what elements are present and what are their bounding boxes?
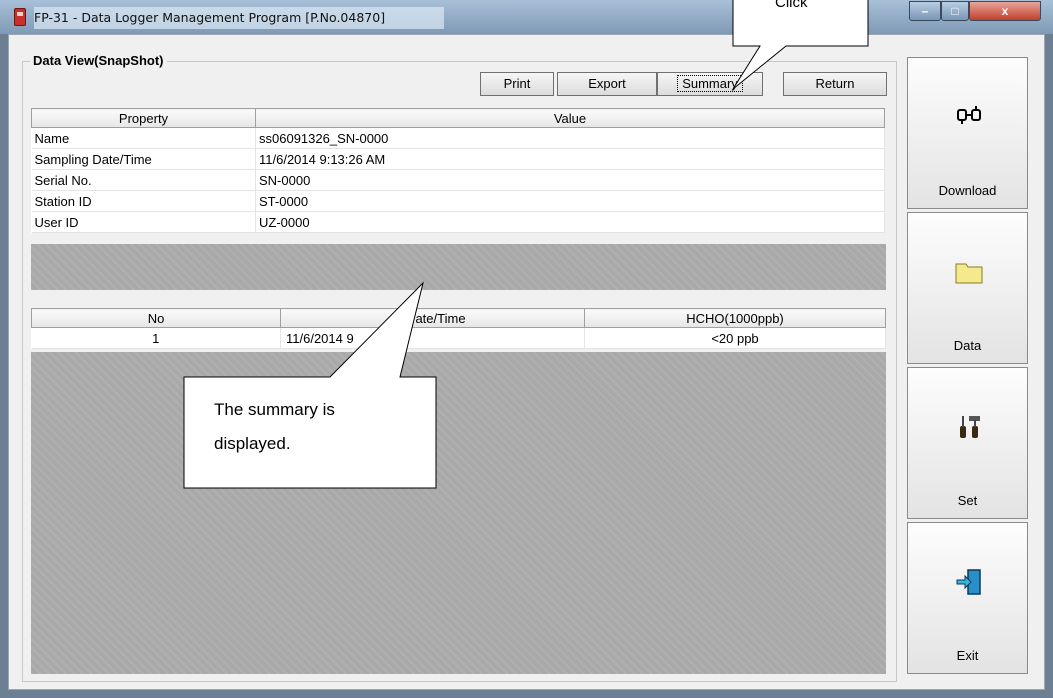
property-value: UZ-0000 xyxy=(255,211,885,233)
return-button[interactable]: Return xyxy=(783,72,887,96)
column-header-value[interactable]: Value xyxy=(255,108,885,128)
column-header-date-time[interactable]: ate/Time xyxy=(280,308,585,328)
property-name: Serial No. xyxy=(31,169,256,191)
app-window: FP-31 - Data Logger Management Program [… xyxy=(0,0,1053,698)
column-header-property[interactable]: Property xyxy=(31,108,256,128)
click-callout-text: Click xyxy=(775,0,808,11)
group-title: Data View(SnapShot) xyxy=(30,53,167,68)
set-label: Set xyxy=(957,493,978,508)
window-title: FP-31 - Data Logger Management Program [… xyxy=(34,7,444,29)
reading-value: <20 ppb xyxy=(584,327,886,349)
property-name: User ID xyxy=(31,211,256,233)
download-label: Download xyxy=(938,183,997,198)
column-header-hcho[interactable]: HCHO(1000ppb) xyxy=(584,308,886,328)
summary-button[interactable]: Summary xyxy=(657,72,763,96)
set-button[interactable]: Set xyxy=(907,367,1028,519)
minimize-button[interactable]: – xyxy=(909,1,941,21)
readings-header-row: No ate/Time HCHO(1000ppb) xyxy=(31,308,886,328)
table-row[interactable]: Station ID ST-0000 xyxy=(31,190,885,212)
properties-empty-area xyxy=(31,244,886,290)
reading-date-time: 11/6/2014 9 AM xyxy=(280,327,585,349)
property-value: SN-0000 xyxy=(255,169,885,191)
property-value: ss06091326_SN-0000 xyxy=(255,127,885,149)
table-row[interactable]: 1 11/6/2014 9 AM <20 ppb xyxy=(31,327,886,349)
column-header-no[interactable]: No xyxy=(31,308,281,328)
print-button[interactable]: Print xyxy=(480,72,554,96)
title-bar[interactable]: FP-31 - Data Logger Management Program [… xyxy=(0,0,1053,34)
reading-number: 1 xyxy=(31,327,281,349)
download-button[interactable]: Download xyxy=(907,57,1028,209)
table-row[interactable]: Serial No. SN-0000 xyxy=(31,169,885,191)
property-name: Name xyxy=(31,127,256,149)
property-value: ST-0000 xyxy=(255,190,885,212)
close-button[interactable]: x xyxy=(969,1,1041,21)
tools-icon xyxy=(960,416,980,438)
data-label: Data xyxy=(953,338,982,353)
exit-label: Exit xyxy=(956,648,979,663)
date-time-header-label: ate/Time xyxy=(415,310,466,326)
app-icon[interactable] xyxy=(14,8,26,26)
folder-icon xyxy=(955,263,983,284)
readings-table: No ate/Time HCHO(1000ppb) 1 11/6/2014 9 A… xyxy=(31,308,886,349)
data-button[interactable]: Data xyxy=(907,212,1028,364)
download-icon xyxy=(957,106,981,124)
properties-table: Property Value Name ss06091326_SN-0000 Sa… xyxy=(31,108,885,233)
properties-header-row: Property Value xyxy=(31,108,885,128)
property-name: Station ID xyxy=(31,190,256,212)
maximize-button[interactable]: □ xyxy=(941,1,969,21)
readings-empty-area xyxy=(31,352,886,674)
table-row[interactable]: Sampling Date/Time 11/6/2014 9:13:26 AM xyxy=(31,148,885,170)
summary-callout-line2: displayed. xyxy=(214,434,291,453)
export-button[interactable]: Export xyxy=(557,72,657,96)
summary-button-label: Summary xyxy=(677,75,743,92)
table-row[interactable]: Name ss06091326_SN-0000 xyxy=(31,127,885,149)
exit-button[interactable]: Exit xyxy=(907,522,1028,674)
summary-callout-line1: The summary is xyxy=(214,400,335,419)
table-row[interactable]: User ID UZ-0000 xyxy=(31,211,885,233)
property-name: Sampling Date/Time xyxy=(31,148,256,170)
exit-door-icon xyxy=(956,569,981,595)
reading-time-part: AM xyxy=(389,330,410,346)
reading-date-part: 11/6/2014 9 xyxy=(286,330,354,346)
property-value: 11/6/2014 9:13:26 AM xyxy=(255,148,885,170)
